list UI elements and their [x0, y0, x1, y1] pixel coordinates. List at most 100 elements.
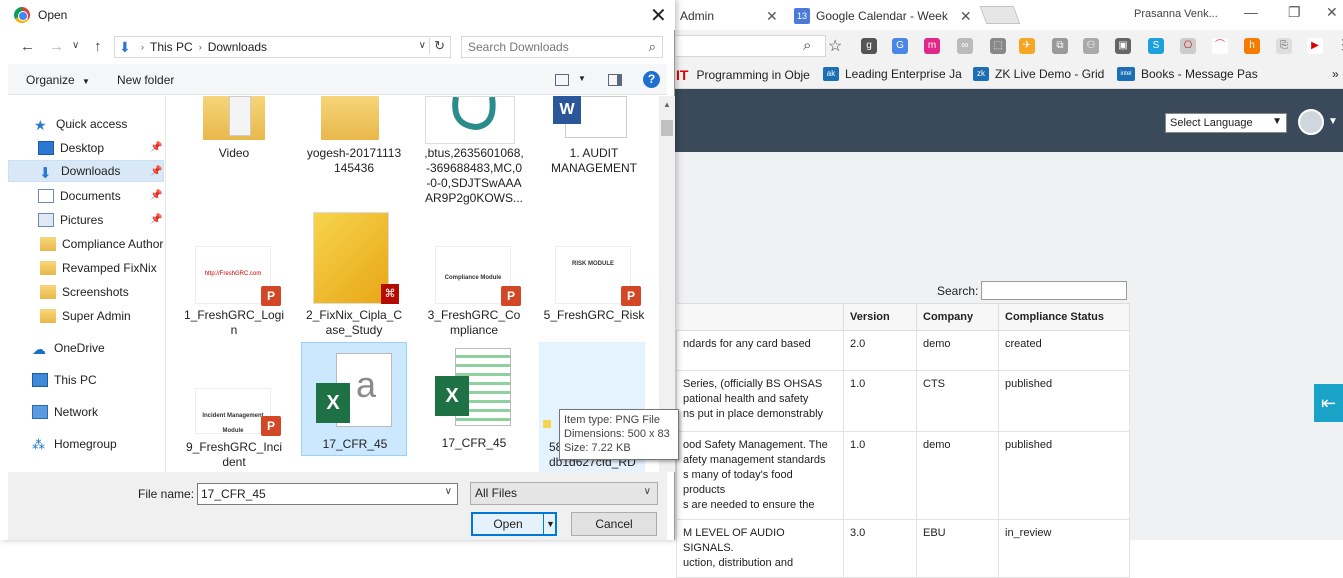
file-item[interactable]: W 1. AUDIT MANAGEMENT: [541, 96, 647, 176]
avatar[interactable]: [1298, 109, 1324, 135]
tab-admin[interactable]: Admin ✕: [680, 2, 778, 30]
refresh-icon[interactable]: ↻: [429, 38, 445, 54]
bookmark-star-icon[interactable]: ☆: [828, 36, 842, 56]
chevron-down-icon[interactable]: ▼: [1328, 116, 1338, 127]
search-downloads-input[interactable]: Search Downloads ⌕: [461, 36, 663, 58]
window-close-icon[interactable]: ✕: [1326, 4, 1338, 21]
scrollbar-thumb[interactable]: [661, 120, 673, 136]
more-bookmarks-icon[interactable]: »: [1332, 67, 1339, 81]
address-breadcrumb[interactable]: ⬇ › This PC › Downloads ∨ ↻: [114, 36, 451, 58]
nav-revamped-fixnix[interactable]: Revamped FixNix: [40, 257, 165, 279]
table-header-company[interactable]: Company: [916, 303, 999, 331]
minimize-icon[interactable]: —: [1244, 4, 1258, 20]
file-item[interactable]: X 17_CFR_45: [421, 342, 527, 456]
menu-icon[interactable]: ⋮: [1336, 36, 1343, 53]
file-name-input[interactable]: 17_CFR_45 ∨: [197, 483, 458, 505]
restore-icon[interactable]: ❐: [1288, 4, 1301, 21]
chevron-down-icon[interactable]: ∨: [419, 40, 426, 51]
file-item[interactable]: RISK MODULE P 5_FreshGRC_Risk: [541, 246, 647, 336]
nav-desktop[interactable]: Desktop: [38, 137, 164, 159]
table-header-version[interactable]: Version: [843, 303, 917, 331]
nav-homegroup[interactable]: ⁂ Homegroup: [32, 433, 164, 455]
extension-icon[interactable]: ⬚: [990, 38, 1006, 54]
nav-this-pc[interactable]: This PC: [32, 369, 164, 391]
table-row[interactable]: ndards for any card based 2.0 demo creat…: [676, 330, 1130, 371]
extension-icon[interactable]: ▣: [1115, 38, 1131, 54]
pin-icon[interactable]: 📌: [150, 214, 162, 225]
extension-icon[interactable]: ⎘: [1276, 38, 1292, 54]
extension-m-icon[interactable]: m: [924, 38, 940, 54]
extension-icon[interactable]: ⚇: [1083, 38, 1099, 54]
open-button[interactable]: Open ▼: [471, 512, 557, 536]
extension-icon[interactable]: ∞: [957, 38, 973, 54]
file-item[interactable]: Video: [181, 96, 287, 176]
dialog-close-icon[interactable]: ✕: [650, 3, 667, 28]
nav-compliance-author[interactable]: Compliance Author: [40, 233, 165, 255]
file-item[interactable]: yogesh-20171113 145436: [301, 96, 407, 176]
hubspot-icon[interactable]: h: [1244, 38, 1260, 54]
nav-downloads[interactable]: ⬇ Downloads: [8, 160, 164, 182]
nav-network[interactable]: Network: [32, 401, 164, 423]
change-view-icon[interactable]: [555, 74, 569, 86]
up-arrow-icon[interactable]: ↑: [94, 38, 102, 55]
file-type-select[interactable]: All Files ∨: [470, 482, 658, 505]
language-select[interactable]: Select Language ▼: [1165, 113, 1287, 133]
chevron-right-icon[interactable]: ›: [141, 42, 144, 52]
scroll-up-icon[interactable]: ▲: [663, 100, 671, 109]
skype-icon[interactable]: S: [1148, 38, 1164, 54]
extension-g-icon[interactable]: g: [861, 38, 877, 54]
back-arrow-icon[interactable]: ←: [20, 38, 35, 55]
organize-button[interactable]: Organize ▼: [26, 73, 90, 87]
extension-icon[interactable]: ⌒: [1212, 38, 1228, 54]
play-icon[interactable]: ▶: [1307, 38, 1323, 54]
search-icon[interactable]: ⌕: [803, 37, 811, 54]
rocket-icon[interactable]: ✈: [1019, 38, 1035, 54]
profile-name[interactable]: Prasanna Venk...: [1134, 8, 1218, 20]
chevron-down-icon[interactable]: ▼: [578, 74, 586, 83]
nav-pictures[interactable]: Pictures: [38, 209, 164, 231]
help-icon[interactable]: ?: [643, 71, 660, 88]
logout-side-button[interactable]: ⇤: [1314, 384, 1343, 422]
breadcrumb-downloads[interactable]: Downloads: [208, 40, 267, 54]
table-header[interactable]: [676, 303, 844, 331]
pin-icon[interactable]: 📌: [150, 190, 162, 201]
close-icon[interactable]: ✕: [960, 8, 972, 25]
bookmark-books[interactable]: intel Books - Message Pas: [1117, 67, 1258, 81]
recent-locations-icon[interactable]: ∨: [72, 40, 79, 51]
table-search-input[interactable]: [981, 281, 1127, 300]
open-dropdown-icon[interactable]: ▼: [543, 514, 557, 534]
bookmark-programming[interactable]: IT Programming in Obje: [676, 67, 810, 83]
pin-icon[interactable]: 📌: [150, 166, 162, 177]
file-item[interactable]: ⌘ 2_FixNix_Cipla_C ase_Study: [301, 212, 407, 337]
table-row[interactable]: ood Safety Management. The afety managem…: [676, 431, 1130, 520]
new-tab-button[interactable]: [979, 6, 1021, 24]
pdf-extension-icon[interactable]: ⎔: [1180, 38, 1196, 54]
file-item[interactable]: Incident Management Module P 9_FreshGRC_…: [181, 378, 287, 472]
extension-icon[interactable]: ⧉: [1052, 38, 1068, 54]
table-row[interactable]: Series, (officially BS OHSAS pational he…: [676, 370, 1130, 432]
nav-super-admin[interactable]: Super Admin: [40, 305, 165, 327]
forward-arrow-icon[interactable]: →: [49, 38, 64, 55]
table-header-status[interactable]: Compliance Status: [998, 303, 1130, 331]
nav-documents[interactable]: Documents: [38, 185, 164, 207]
file-item[interactable]: ,btus,2635601068, -369688483,MC,0 -0-0,S…: [421, 96, 527, 208]
preview-pane-icon[interactable]: [608, 74, 622, 86]
pin-icon[interactable]: 📌: [150, 142, 162, 153]
nav-onedrive[interactable]: ☁ OneDrive: [32, 337, 164, 359]
file-item[interactable]: http://FreshGRC.com P 1_FreshGRC_Logi n: [181, 246, 287, 337]
table-row[interactable]: M LEVEL OF AUDIO SIGNALS. uction, distri…: [676, 519, 1130, 578]
chevron-down-icon[interactable]: ∨: [445, 486, 452, 497]
breadcrumb-this-pc[interactable]: This PC: [150, 40, 193, 54]
nav-screenshots[interactable]: Screenshots: [40, 281, 165, 303]
file-item-selected[interactable]: a X 17_CFR_45: [301, 342, 407, 456]
translate-icon[interactable]: G: [892, 38, 908, 54]
chevron-right-icon[interactable]: ›: [199, 42, 202, 52]
tab-google-calendar[interactable]: 13 Google Calendar - Week ✕: [794, 2, 972, 30]
bookmark-leading-enterprise[interactable]: ak Leading Enterprise Ja: [823, 67, 962, 81]
cancel-button[interactable]: Cancel: [571, 512, 657, 536]
bookmark-zk-live-demo[interactable]: zk ZK Live Demo - Grid: [973, 67, 1104, 81]
close-icon[interactable]: ✕: [766, 8, 778, 25]
nav-quick-access[interactable]: ★ Quick access: [34, 113, 164, 135]
new-folder-button[interactable]: New folder: [117, 73, 174, 87]
file-item[interactable]: Compliance Module P 3_FreshGRC_Co mplian…: [421, 246, 527, 337]
